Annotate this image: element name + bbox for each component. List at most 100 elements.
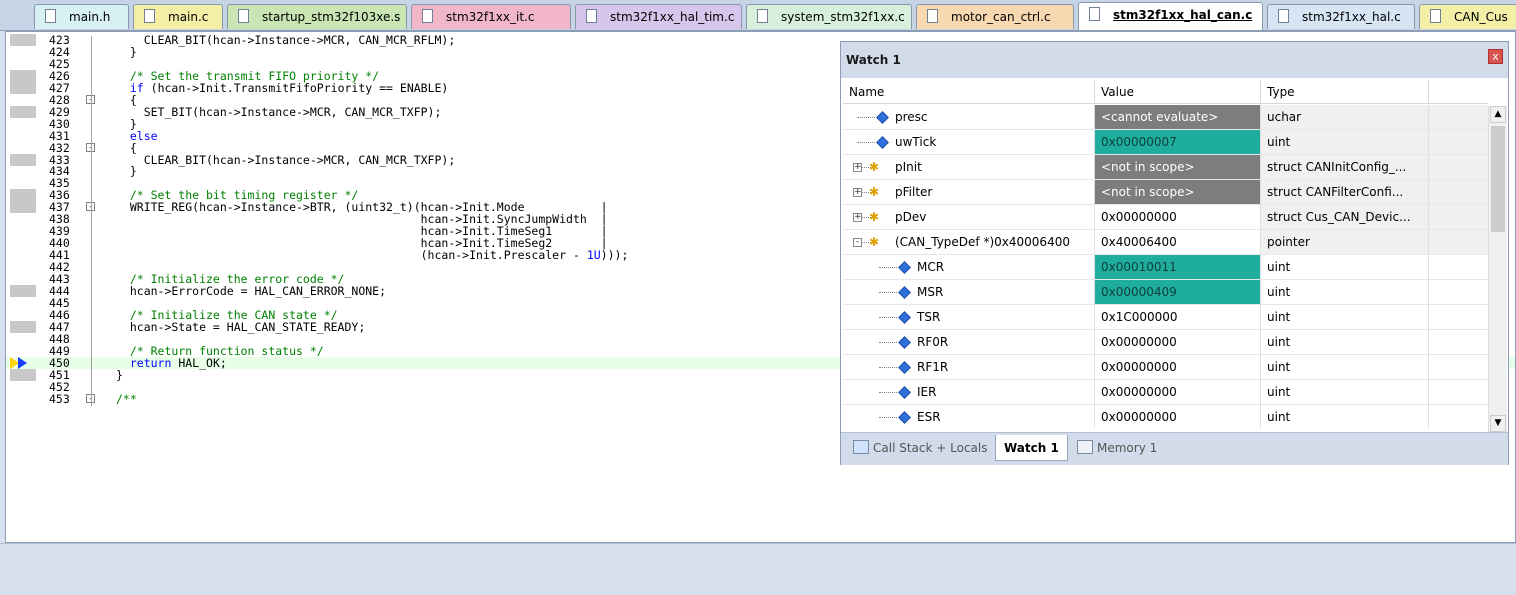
variable-icon — [898, 361, 911, 374]
watch-name-cell[interactable]: MSR — [843, 280, 1095, 305]
watch-row[interactable]: + ✱ pDev 0x00000000 struct Cus_CAN_Devic... — [843, 205, 1488, 230]
tree-connector — [879, 342, 897, 344]
watch-row[interactable]: MCR 0x00010011 uint — [843, 255, 1488, 280]
tab-label: stm32f1xx_hal_tim.c — [610, 10, 735, 24]
watch-type-cell: pointer — [1261, 230, 1429, 255]
watch-name: MSR — [917, 285, 944, 299]
watch-value-cell[interactable]: 0x00000409 — [1095, 280, 1261, 305]
tab-main-h[interactable]: main.h — [34, 4, 129, 29]
watch-window: Watch 1 x Name Value Type presc <cannot e… — [840, 41, 1509, 465]
watch-type-cell: uint — [1261, 405, 1429, 428]
watch-type-cell: uint — [1261, 330, 1429, 355]
watch-row[interactable]: + ✱ pInit <not in scope> struct CANInitConfi… — [843, 155, 1488, 180]
collapse-icon[interactable]: - — [853, 238, 862, 247]
watch-row[interactable]: MSR 0x00000409 uint — [843, 280, 1488, 305]
watch-name-cell[interactable]: RF1R — [843, 355, 1095, 380]
file-icon — [927, 9, 938, 23]
tab-can-cus[interactable]: CAN_Cus — [1419, 4, 1516, 29]
watch-name: TSR — [917, 310, 941, 324]
watch-name-cell[interactable]: + ✱ pFilter — [843, 180, 1095, 205]
tab-stm32f1xx-hal-c[interactable]: stm32f1xx_hal.c — [1267, 4, 1415, 29]
watch-spacer-cell — [1429, 255, 1488, 280]
watch-type-cell: uint — [1261, 305, 1429, 330]
watch-value-cell[interactable]: <not in scope> — [1095, 155, 1261, 180]
watch-value-cell[interactable]: <not in scope> — [1095, 180, 1261, 205]
fold-guide-line — [91, 36, 92, 406]
watch-value-cell[interactable]: 0x00010011 — [1095, 255, 1261, 280]
code-text: { — [116, 140, 137, 155]
tab-stm32f1xx-it-c[interactable]: stm32f1xx_it.c — [411, 4, 571, 29]
tab-motor-can-ctrl-c[interactable]: motor_can_ctrl.c — [916, 4, 1074, 29]
watch-value-cell[interactable]: 0x00000000 — [1095, 405, 1261, 428]
watch-type-cell: struct CANInitConfig_... — [1261, 155, 1429, 180]
code-text: if (hcan->Init.TransmitFifoPriority == E… — [129, 80, 449, 95]
vertical-scrollbar[interactable]: ▲ ▼ — [1488, 106, 1507, 432]
watch-value-cell[interactable]: <cannot evaluate> — [1095, 105, 1261, 130]
watch-value-cell[interactable]: 0x00000000 — [1095, 205, 1261, 230]
watch-row[interactable]: ESR 0x00000000 uint — [843, 405, 1488, 428]
file-icon — [238, 9, 249, 23]
watch-name-cell[interactable]: IER — [843, 380, 1095, 405]
tab-startup-stm32f103xe-s[interactable]: startup_stm32f103xe.s — [227, 4, 407, 29]
tab-main-c[interactable]: main.c — [133, 4, 223, 29]
watch-row[interactable]: RF1R 0x00000000 uint — [843, 355, 1488, 380]
close-icon[interactable]: x — [1488, 49, 1503, 64]
watch-name-cell[interactable]: + ✱ pDev — [843, 205, 1095, 230]
watch-row[interactable]: presc <cannot evaluate> uchar — [843, 105, 1488, 130]
watch-name-cell[interactable]: uwTick — [843, 130, 1095, 155]
tree-connector — [879, 392, 897, 394]
tab-stm32f1xx-hal-can-c[interactable]: stm32f1xx_hal_can.c — [1078, 2, 1263, 30]
tab-stm32f1xx-hal-tim-c[interactable]: stm32f1xx_hal_tim.c — [575, 4, 742, 29]
watch-row[interactable]: + ✱ pFilter <not in scope> struct CANFilterC… — [843, 180, 1488, 205]
watch-name-cell[interactable]: RF0R — [843, 330, 1095, 355]
file-icon — [757, 9, 768, 23]
watch-name-cell[interactable]: ESR — [843, 405, 1095, 428]
scroll-up-icon[interactable]: ▲ — [1490, 106, 1506, 123]
expand-icon[interactable]: + — [853, 163, 862, 172]
tree-connector — [879, 267, 897, 269]
watch-row[interactable]: RF0R 0x00000000 uint — [843, 330, 1488, 355]
scroll-thumb[interactable] — [1491, 126, 1505, 232]
column-header-name[interactable]: Name — [843, 80, 1095, 104]
expand-icon[interactable]: + — [853, 213, 862, 222]
watch-row[interactable]: uwTick 0x00000007 uint — [843, 130, 1488, 155]
file-icon — [144, 9, 155, 23]
watch-value-cell[interactable]: 0x40006400 — [1095, 230, 1261, 255]
file-icon — [422, 9, 433, 23]
watch-value-cell[interactable]: 0x00000000 — [1095, 355, 1261, 380]
watch-value-cell[interactable]: 0x00000000 — [1095, 380, 1261, 405]
file-icon — [45, 9, 56, 23]
struct-icon: ✱ — [869, 210, 880, 224]
line-number: 453 — [49, 391, 70, 406]
line-number: 449 — [49, 343, 70, 358]
scroll-down-icon[interactable]: ▼ — [1490, 415, 1506, 432]
expand-icon[interactable]: + — [853, 188, 862, 197]
bottom-tab-call-stack-locals[interactable]: Call Stack + Locals — [845, 435, 995, 461]
watch-spacer-cell — [1429, 355, 1488, 380]
line-number: 431 — [49, 128, 70, 143]
watch-name: ESR — [917, 410, 941, 424]
column-header-type[interactable]: Type — [1261, 80, 1429, 104]
watch-spacer-cell — [1429, 380, 1488, 405]
code-text: } — [116, 164, 137, 179]
watch-spacer-cell — [1429, 405, 1488, 428]
watch-name-cell[interactable]: + ✱ pInit — [843, 155, 1095, 180]
watch-value-cell[interactable]: 0x1C000000 — [1095, 305, 1261, 330]
watch-row[interactable]: IER 0x00000000 uint — [843, 380, 1488, 405]
file-icon — [586, 9, 597, 23]
watch-name-cell[interactable]: presc — [843, 105, 1095, 130]
tab-label: stm32f1xx_hal.c — [1302, 10, 1401, 24]
watch-name-cell[interactable]: MCR — [843, 255, 1095, 280]
watch-name-cell[interactable]: TSR — [843, 305, 1095, 330]
tab-system-stm32f1xx-c[interactable]: system_stm32f1xx.c — [746, 4, 912, 29]
watch-row[interactable]: TSR 0x1C000000 uint — [843, 305, 1488, 330]
column-header-value[interactable]: Value — [1095, 80, 1261, 104]
watch-name-cell[interactable]: - ✱ (CAN_TypeDef *)0x40006400 — [843, 230, 1095, 255]
bottom-tab-memory-1[interactable]: Memory 1 — [1069, 435, 1165, 461]
bottom-tab-watch-1[interactable]: Watch 1 — [995, 435, 1068, 461]
watch-value-cell[interactable]: 0x00000007 — [1095, 130, 1261, 155]
line-number: 430 — [49, 116, 70, 131]
watch-row[interactable]: - ✱ (CAN_TypeDef *)0x40006400 0x40006400 poi… — [843, 230, 1488, 255]
tab-label: motor_can_ctrl.c — [951, 10, 1051, 24]
watch-value-cell[interactable]: 0x00000000 — [1095, 330, 1261, 355]
